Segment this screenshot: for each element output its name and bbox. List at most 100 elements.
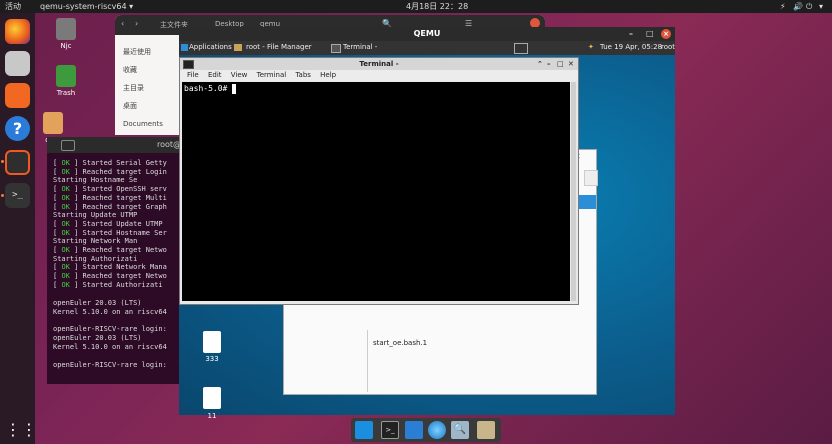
close-icon[interactable]: ✕: [568, 58, 574, 70]
software-center-icon[interactable]: [5, 83, 30, 108]
boot-log-text: Reached target Netwo: [82, 272, 167, 281]
desktop-file-label: 11: [207, 412, 217, 420]
network-icon[interactable]: ⚡: [780, 1, 786, 12]
menu-tabs[interactable]: Tabs: [295, 71, 311, 79]
host-terminal-window[interactable]: root@ [ OK ] Started Serial Getty [ OK ] …: [47, 137, 181, 384]
folder-icon: [234, 44, 242, 51]
menu-help[interactable]: Help: [320, 71, 336, 79]
status-badge: [ OK ]: [53, 185, 83, 194]
menu-view[interactable]: View: [231, 71, 248, 79]
taskbar-terminal[interactable]: Terminal -: [343, 43, 377, 51]
qemu-title: QEMU: [413, 29, 441, 38]
sidebar-item-documents[interactable]: Documents: [123, 115, 163, 133]
boot-log-line: [ OK ] Reached target Graph: [53, 203, 167, 212]
power-icon[interactable]: ⏻: [806, 1, 812, 12]
boot-log-text: Started Authorizati: [82, 280, 163, 289]
show-desktop-icon[interactable]: [355, 421, 373, 439]
guest-dock: >_ 🔍: [351, 418, 501, 442]
desktop-file-label: 333: [205, 355, 219, 363]
boot-log-line: [ OK ] Reached target Netwo: [53, 272, 167, 281]
guest-terminal-screen[interactable]: bash-5.0#: [182, 82, 570, 301]
app-finder-icon[interactable]: 🔍: [451, 421, 469, 439]
boot-log-text: Started Serial Getty: [82, 159, 167, 167]
desktop-icon-trash[interactable]: Trash: [46, 65, 86, 97]
pane-divider: [367, 330, 368, 392]
boot-log-line: [ OK ] Started Hostname Ser: [53, 229, 167, 238]
status-badge: [ OK ]: [53, 219, 83, 228]
desktop-icon-njc[interactable]: Njc: [46, 18, 86, 50]
folder-icon[interactable]: [477, 421, 495, 439]
volume-icon[interactable]: 🔊: [793, 1, 803, 12]
sidebar-item-home[interactable]: 主目录: [123, 79, 163, 97]
guest-terminal-menubar: File Edit View Terminal Tabs Help: [180, 70, 578, 81]
qemu-title-bar: QEMU – □ ×: [179, 27, 675, 41]
selection-highlight: [579, 195, 596, 209]
boot-log-text: Started Hostname Ser: [82, 228, 167, 237]
text-cursor: [232, 84, 236, 94]
display-icon[interactable]: [514, 43, 528, 54]
notification-icon[interactable]: ✦: [588, 43, 594, 51]
close-icon[interactable]: ×: [661, 29, 671, 39]
boot-log-line: [ OK ] Reached target Netwo: [53, 246, 167, 255]
dock: ? >_ ⋮⋮: [0, 13, 37, 444]
boot-log-text: Started Update UTMP: [82, 219, 163, 228]
terminal-icon[interactable]: >_: [381, 421, 399, 439]
file-item[interactable]: start_oe.bash.1: [373, 339, 427, 347]
qemu-window: QEMU – □ × Applications root - File Mana…: [179, 27, 675, 442]
boot-log-line: Starting Update UTMP: [53, 211, 137, 220]
sidebar-item-recent[interactable]: 最近使用: [123, 43, 163, 61]
boot-log-line: [ OK ] Started Network Mana: [53, 263, 167, 272]
trash-icon: [56, 65, 76, 87]
host-terminal-header: root@: [47, 137, 181, 153]
console-text: Kernel 5.10.0 on an riscv64: [53, 342, 167, 351]
menu-file[interactable]: File: [187, 71, 199, 79]
activities-button[interactable]: 活动: [5, 1, 21, 12]
boot-log-line: [ OK ] Started Update UTMP: [53, 220, 163, 229]
running-indicator: [1, 160, 4, 163]
firefox-icon[interactable]: [5, 19, 30, 44]
console-text: openEuler-RISCV-rare login:: [53, 324, 167, 333]
status-badge: [ OK ]: [53, 159, 83, 167]
system-menu-chevron-icon[interactable]: ▾: [819, 1, 823, 12]
status-badge: [ OK ]: [53, 193, 83, 202]
scroll-arrow[interactable]: [584, 170, 598, 186]
menu-edit[interactable]: Edit: [208, 71, 222, 79]
boot-log-line: [ OK ] Started OpenSSH serv: [53, 185, 167, 194]
boot-log-line: Starting Authorizati: [53, 255, 137, 264]
file-manager-sidebar: 最近使用 收藏 主目录 桌面 Documents: [123, 43, 163, 133]
guest-user[interactable]: root: [661, 43, 675, 51]
guest-terminal-window[interactable]: Terminal - ⌃ – □ ✕ File Edit View Termin…: [179, 57, 579, 305]
help-icon[interactable]: ?: [5, 116, 30, 141]
status-badge: [ OK ]: [53, 272, 83, 281]
folder-icon: [56, 18, 76, 40]
status-badge: [ OK ]: [53, 202, 83, 211]
maximize-icon[interactable]: □: [646, 27, 654, 41]
web-browser-icon[interactable]: [428, 421, 446, 439]
app-menu[interactable]: qemu-system-riscv64 ▾: [40, 1, 133, 12]
running-indicator: [1, 194, 4, 197]
back-button[interactable]: ‹: [121, 19, 124, 28]
shade-icon[interactable]: ⌃: [537, 58, 543, 70]
guest-clock[interactable]: Tue 19 Apr, 05:28: [600, 43, 662, 51]
sidebar-item-starred[interactable]: 收藏: [123, 61, 163, 79]
menu-terminal[interactable]: Terminal: [257, 71, 287, 79]
files-icon[interactable]: [5, 51, 30, 76]
minimize-icon[interactable]: –: [629, 27, 633, 41]
minimize-icon[interactable]: –: [547, 58, 551, 70]
file-manager-icon[interactable]: [405, 421, 423, 439]
sidebar-item-desktop[interactable]: 桌面: [123, 97, 163, 115]
file-icon[interactable]: [203, 387, 221, 409]
show-apps-icon[interactable]: ⋮⋮: [5, 417, 37, 442]
clock[interactable]: 4月18日 22：28: [406, 1, 468, 12]
status-badge: [ OK ]: [53, 280, 83, 289]
scrollbar[interactable]: [571, 82, 576, 301]
file-icon[interactable]: [203, 331, 221, 353]
qemu-app-icon[interactable]: [5, 150, 30, 175]
taskbar-file-manager[interactable]: root - File Manager: [246, 43, 312, 51]
new-tab-icon[interactable]: [61, 140, 75, 151]
forward-button[interactable]: ›: [135, 19, 138, 28]
applications-menu[interactable]: Applications: [189, 43, 232, 51]
terminal-icon[interactable]: >_: [5, 183, 30, 208]
maximize-icon[interactable]: □: [557, 58, 564, 70]
console-text: openEuler-RISCV-rare login:: [53, 360, 167, 369]
